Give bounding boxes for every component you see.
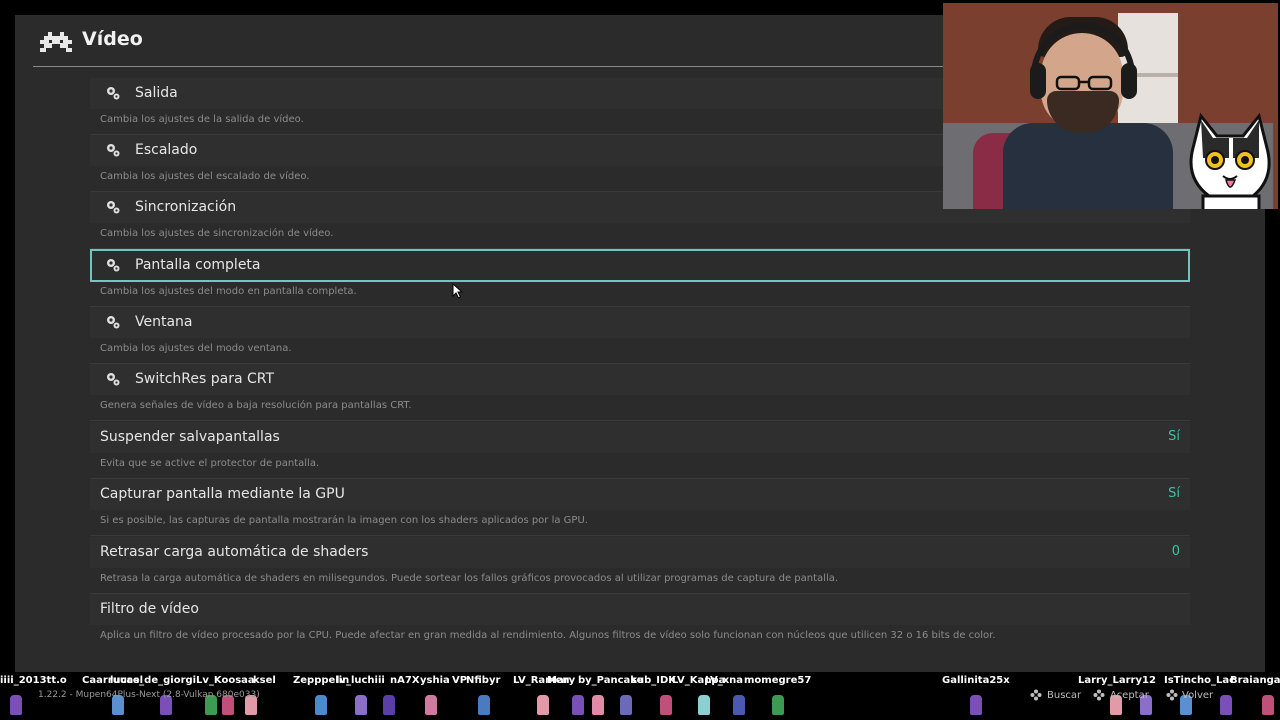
menu-item-description: Cambia los ajustes del modo ventana.: [100, 343, 292, 354]
chat-sprite: [592, 695, 604, 715]
controller-button-icon: [1030, 689, 1042, 701]
chat-username: lv_luchiii: [336, 675, 385, 686]
gear-icon: [107, 144, 120, 157]
menu-item-label: Ventana: [135, 314, 193, 330]
version-info: 1.22.2 - Mupen64Plus-Next (2.8-Vulkan 68…: [38, 690, 260, 700]
toggle-value[interactable]: Sí: [1168, 429, 1180, 444]
chat-sprite: [355, 695, 367, 715]
menu-item-suspender-salvapantallas[interactable]: Suspender salvapantallas Sí Evita que se…: [90, 422, 1190, 479]
gear-icon: [107, 373, 120, 386]
menu-item-description: Cambia los ajustes del modo en pantalla …: [100, 286, 357, 297]
webcam-overlay: [943, 3, 1278, 209]
chat-sprite: [10, 695, 22, 715]
chat-username: yshia: [420, 675, 450, 686]
menu-item-retrasar-shaders[interactable]: Retrasar carga automática de shaders 0 R…: [90, 537, 1190, 594]
chat-sprite: [315, 695, 327, 715]
gear-icon: [107, 259, 120, 272]
chat-username: Braiangar: [1230, 675, 1280, 686]
menu-item-label: Escalado: [135, 142, 198, 158]
chat-sprite: [620, 695, 632, 715]
menu-item-description: Si es posible, las capturas de pantalla …: [100, 515, 588, 526]
chat-username: LV_xna: [705, 675, 744, 686]
menu-item-description: Cambia los ajustes de la salida de vídeo…: [100, 114, 304, 125]
chat-username: IsTincho_Lac: [1164, 675, 1236, 686]
retroarch-invader-icon: [40, 32, 72, 52]
numeric-value[interactable]: 0: [1172, 544, 1180, 559]
chat-username: Gallinita25x: [942, 675, 1010, 686]
menu-item-pantalla-completa[interactable]: Pantalla completa Cambia los ajustes del…: [90, 249, 1190, 307]
hint-search[interactable]: Buscar: [1047, 690, 1081, 701]
chat-sprite: [572, 695, 584, 715]
menu-item-label: Retrasar carga automática de shaders: [100, 544, 369, 560]
menu-item-ventana[interactable]: Ventana Cambia los ajustes del modo vent…: [90, 307, 1190, 364]
page-title: Vídeo: [82, 28, 143, 50]
chat-sprite: [383, 695, 395, 715]
gear-icon: [107, 316, 120, 329]
menu-item-label: Sincronización: [135, 199, 237, 215]
menu-item-description: Aplica un filtro de vídeo procesado por …: [100, 630, 996, 641]
screen: Vídeo Salida Cambia los ajustes de la sa…: [0, 0, 1280, 720]
chat-username: Larry_Larry12: [1078, 675, 1156, 686]
chat-username: Nfibyr: [466, 675, 501, 686]
chat-sprite: [970, 695, 982, 715]
chat-username: Lv_Koosaa: [196, 675, 255, 686]
menu-item-description: Cambia los ajustes del escalado de vídeo…: [100, 171, 310, 182]
chat-sprite: [660, 695, 672, 715]
mouse-cursor-icon: [452, 283, 464, 299]
menu-item-capturar-gpu[interactable]: Capturar pantalla mediante la GPU Sí Si …: [90, 479, 1190, 536]
menu-item-switchres-crt[interactable]: SwitchRes para CRT Genera señales de víd…: [90, 364, 1190, 421]
chat-username: VP: [452, 675, 468, 686]
chat-username: ksel: [253, 675, 276, 686]
menu-item-label: Suspender salvapantallas: [100, 429, 280, 445]
menu-item-description: Cambia los ajustes de sincronización de …: [100, 228, 334, 239]
toggle-value[interactable]: Sí: [1168, 486, 1180, 501]
menu-item-description: Retrasa la carga automática de shaders e…: [100, 573, 839, 584]
cat-mascot-icon: [1189, 112, 1271, 209]
controller-button-icon: [1166, 689, 1178, 701]
chat-sprite: [698, 695, 710, 715]
chat-sprite: [772, 695, 784, 715]
chat-username: nA7X: [390, 675, 420, 686]
menu-item-label: Filtro de vídeo: [100, 601, 199, 617]
chat-sprite: [478, 695, 490, 715]
menu-item-label: Salida: [135, 85, 178, 101]
chat-username: Mary: [547, 675, 576, 686]
menu-item-label: Pantalla completa: [135, 257, 261, 273]
menu-item-filtro-video[interactable]: Filtro de vídeo Aplica un filtro de víde…: [90, 594, 1190, 651]
menu-item-label: Capturar pantalla mediante la GPU: [100, 486, 345, 502]
chat-username: momegre57: [744, 675, 812, 686]
menu-item-label: SwitchRes para CRT: [135, 371, 275, 387]
gear-icon: [107, 201, 120, 214]
chat-username: lucas_de_giorgi: [110, 675, 197, 686]
controller-button-icon: [1093, 689, 1105, 701]
menu-item-description: Genera señales de vídeo a baja resolució…: [100, 400, 412, 411]
chat-username: iiii_2013tt.o: [0, 675, 67, 686]
menu-item-description: Evita que se active el protector de pant…: [100, 458, 320, 469]
hint-accept[interactable]: Aceptar: [1110, 690, 1149, 701]
chat-username: sub_IDK: [631, 675, 676, 686]
chat-sprite: [733, 695, 745, 715]
chat-sprite: [537, 695, 549, 715]
chat-sprite: [425, 695, 437, 715]
hint-back[interactable]: Volver: [1182, 690, 1213, 701]
chat-sprite: [1220, 695, 1232, 715]
gear-icon: [107, 87, 120, 100]
chat-sprite: [1262, 695, 1274, 715]
